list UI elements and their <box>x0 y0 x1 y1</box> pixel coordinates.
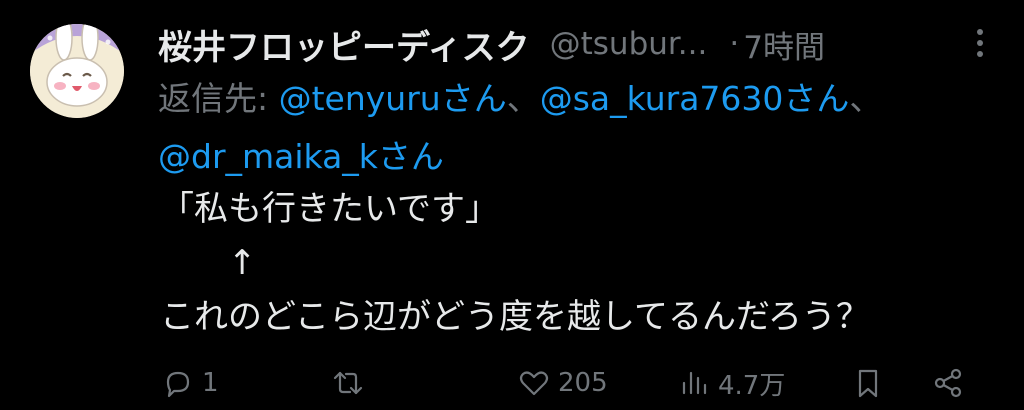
mention-joiner: 、 <box>849 79 883 118</box>
reply-button[interactable]: 1 <box>160 360 219 406</box>
reply-to-line: 返信先: @tenyuruさん、@sa_kura7630さん、 @dr_maika… <box>158 70 978 186</box>
reply-count: 1 <box>202 368 219 398</box>
author-handle[interactable]: @tsubur... <box>550 26 708 62</box>
author-name[interactable]: 桜井フロッピーディスク <box>158 20 530 69</box>
separator-dot: · <box>729 26 740 62</box>
share-icon <box>934 368 962 398</box>
tweet-body: 「私も行きたいです」 ↑ これのどこら辺がどう度を越してるんだろう？ <box>160 182 1000 344</box>
like-count: 205 <box>558 368 608 398</box>
more-icon[interactable] <box>974 26 986 62</box>
retweet-icon <box>333 371 363 395</box>
reply-icon <box>166 371 190 398</box>
avatar[interactable] <box>30 24 124 118</box>
mention-joiner: 、 <box>506 79 540 118</box>
bookmark-icon <box>858 369 878 398</box>
timestamp[interactable]: 7時間 <box>743 22 825 67</box>
mention-link[interactable]: @sa_kura7630さん <box>540 79 850 118</box>
like-icon <box>519 371 549 396</box>
retweet-button[interactable] <box>330 360 372 406</box>
views-icon <box>682 371 707 395</box>
tweet-header: 桜井フロッピーディスク @tsubur... · 7時間 <box>158 20 1004 69</box>
view-count: 4.7万 <box>718 370 786 401</box>
reply-to-prefix: 返信先: <box>158 79 279 118</box>
views-button[interactable]: 4.7万 <box>676 360 785 406</box>
avatar-bunny-icon <box>30 24 124 118</box>
tweet-text-line: これのどこら辺がどう度を越してるんだろう？ <box>160 297 870 337</box>
like-button[interactable]: 205 <box>516 360 608 406</box>
tweet-text-line: ↑ <box>160 243 257 283</box>
mention-link[interactable]: @tenyuruさん <box>279 79 507 118</box>
tweet-text-line: 「私も行きたいです」 <box>160 189 499 229</box>
mention-link[interactable]: @dr_maika_kさん <box>158 137 444 176</box>
action-bar: 1 205 4.7万 <box>160 360 980 406</box>
share-button[interactable] <box>930 360 966 406</box>
bookmark-button[interactable] <box>850 360 886 406</box>
